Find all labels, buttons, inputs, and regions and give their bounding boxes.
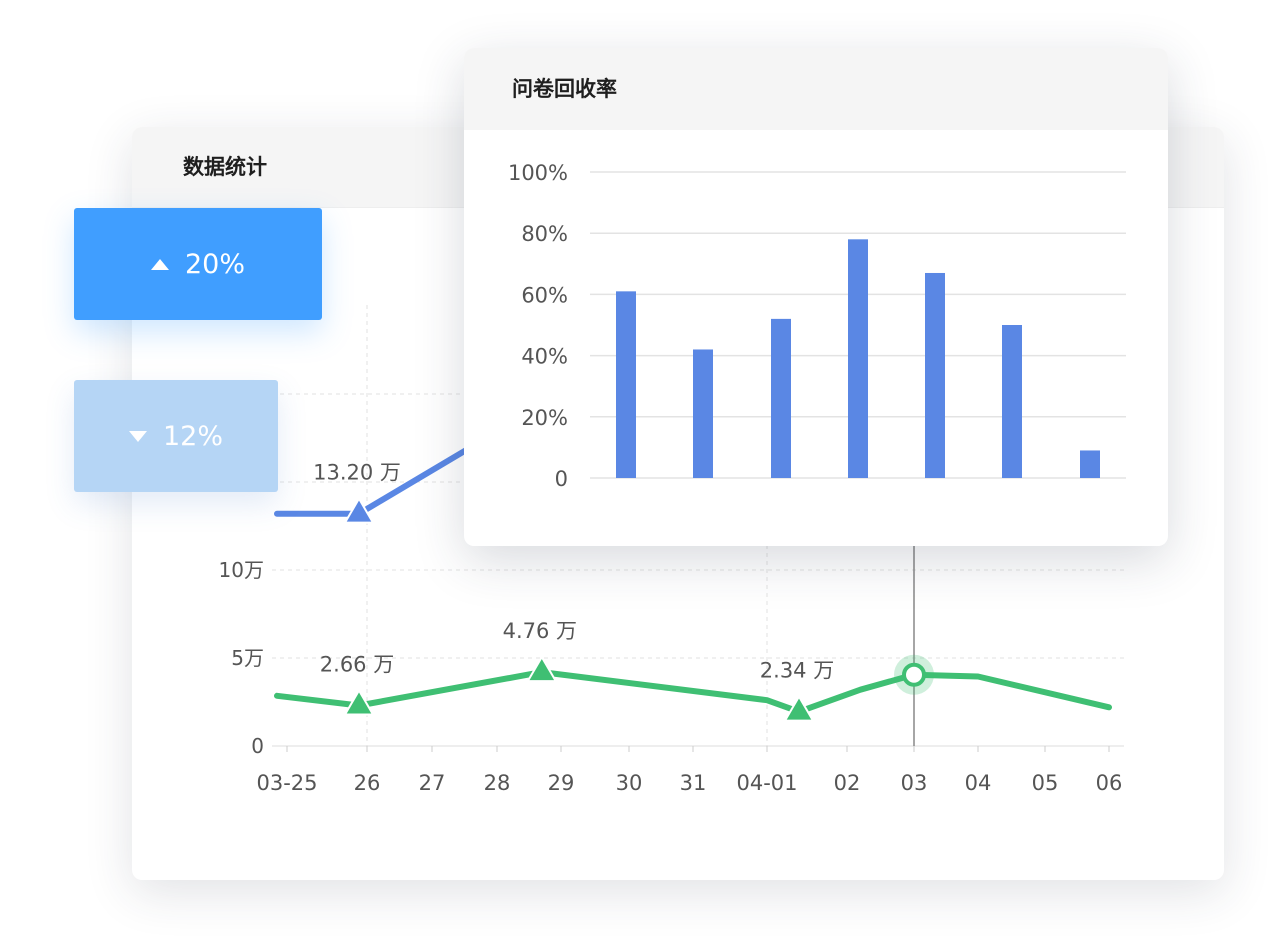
bar — [925, 272, 945, 478]
bar-chart-card: 问卷回收率 0 20% 40% 60% 80% 100% — [464, 48, 1168, 546]
y-tick-label: 0 — [251, 734, 264, 758]
bar — [693, 349, 713, 478]
bar — [1080, 450, 1100, 478]
x-tick-label: 30 — [616, 771, 643, 795]
y-tick-label: 80% — [521, 222, 568, 246]
x-tick-label: 06 — [1096, 771, 1123, 795]
bar-chart: 0 20% 40% 60% 80% 100% — [508, 161, 1126, 491]
y-tick-label: 5万 — [231, 646, 264, 670]
x-tick-label: 04-01 — [736, 771, 797, 795]
bar — [771, 318, 791, 478]
data-label: 13.20 万 — [313, 461, 401, 485]
y-tick-label: 10万 — [219, 558, 264, 582]
x-tick-label: 02 — [834, 771, 861, 795]
y-tick-label: 40% — [521, 345, 568, 369]
y-tick-label: 100% — [508, 161, 568, 185]
x-tick-label: 27 — [419, 771, 446, 795]
bar — [1002, 325, 1022, 478]
data-label: 2.66 万 — [320, 653, 394, 677]
data-label: 4.76 万 — [503, 619, 577, 643]
y-tick-label: 60% — [521, 283, 568, 307]
x-tick-label: 28 — [484, 771, 511, 795]
decrease-badge: 12% — [74, 380, 278, 492]
x-tick-label: 31 — [680, 771, 707, 795]
triangle-up-icon — [150, 258, 169, 270]
y-tick-label: 0 — [555, 467, 568, 491]
x-tick-label: 04 — [965, 771, 992, 795]
triangle-down-icon — [128, 430, 147, 442]
increase-value: 20% — [184, 248, 245, 280]
bar — [848, 239, 868, 478]
increase-badge: 20% — [74, 208, 322, 320]
series-line — [274, 669, 1112, 715]
data-point-marker — [526, 655, 558, 683]
x-tick-label: 29 — [548, 771, 575, 795]
bar — [616, 291, 636, 478]
highlight-point — [902, 662, 926, 687]
data-label: 2.34 万 — [760, 659, 834, 683]
y-tick-label: 20% — [521, 406, 568, 430]
x-tick-label: 26 — [354, 771, 381, 795]
decrease-value: 12% — [162, 420, 223, 452]
x-tick-label: 05 — [1032, 771, 1059, 795]
x-tick-label: 03-25 — [256, 771, 317, 795]
x-tick-label: 03 — [901, 771, 928, 795]
